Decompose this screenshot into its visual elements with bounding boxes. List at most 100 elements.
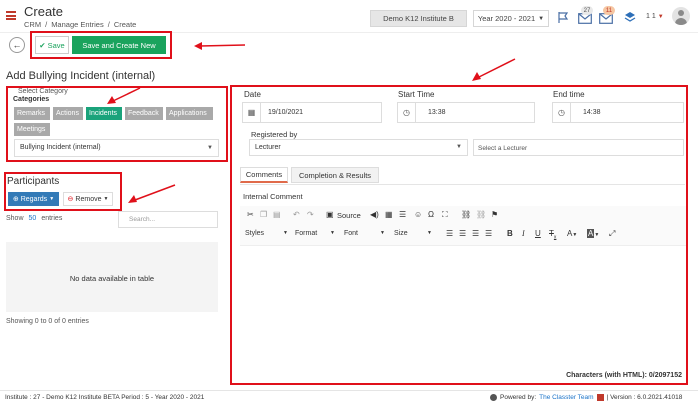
end-time-label: End time [553,90,585,99]
caret-down-icon: ▼ [207,145,213,151]
end-time-field[interactable]: ◷ 14:38 [552,102,684,123]
breadcrumb-manage-entries[interactable]: Manage Entries [51,20,104,29]
underline-icon[interactable]: U [535,229,541,238]
cut-icon[interactable]: ✂ [247,210,254,219]
footer-divider [0,390,698,391]
powered-icon [490,394,497,401]
classter-logo-icon [596,394,604,401]
show-label: Show [6,215,24,222]
breadcrumb-separator: / [45,20,48,29]
start-time-field[interactable]: ◷ 13:38 [397,102,535,123]
layers-icon[interactable] [624,11,636,24]
messages-badge: 27 [581,6,593,15]
lecturer-placeholder: Select a Lecturer [478,145,528,152]
font-dropdown[interactable]: Font ▼ [344,230,385,237]
institute-selector[interactable]: Demo K12 Institute B [370,10,467,27]
back-button[interactable]: ← [9,37,25,53]
lecturer-select[interactable]: Select a Lecturer [473,139,684,156]
page-length-select[interactable]: 50 [29,215,37,222]
tag-meetings[interactable]: Meetings [14,123,50,136]
tag-feedback[interactable]: Feedback [125,107,163,120]
regards-button[interactable]: ⊕ Regards ▼ [8,192,59,206]
registered-by-select[interactable]: Lecturer ▼ [249,139,468,156]
horizontal-line-icon[interactable]: ☰ [399,210,406,219]
notifications-badge: 11 [603,6,615,15]
tab-completion-results[interactable]: Completion & Results [291,167,379,183]
align-center-icon[interactable]: ☰ [459,229,466,238]
category-select[interactable]: Bullying Incident (internal) ▼ [14,139,219,157]
table-icon[interactable]: ▦ [385,210,393,219]
caret-down-icon: ▼ [283,230,288,236]
avatar[interactable] [672,7,690,25]
start-time-label: Start Time [398,90,435,99]
start-time-value: 13:38 [428,109,446,116]
tag-remarks[interactable]: Remarks [14,107,50,120]
paste-icon[interactable]: ▤ [273,210,281,219]
participants-search-input[interactable]: Search... [118,211,218,228]
audio-icon[interactable]: ◀) [370,210,379,219]
entries-label: entries [41,215,63,222]
caret-down-icon: ▼ [103,196,109,202]
smiley-icon[interactable]: ☺ [414,210,422,219]
breadcrumb-crm[interactable]: CRM [24,20,41,29]
align-justify-icon[interactable]: ☰ [485,229,492,238]
breadcrumb-separator: / [107,20,110,29]
text-color-icon[interactable]: A▼ [567,229,577,238]
anchor-flag-icon[interactable]: ⚑ [491,210,498,219]
bold-icon[interactable]: B [507,229,513,238]
user-label: 1 1 [646,13,656,20]
source-button[interactable]: Source [337,211,361,220]
table-info: Showing 0 to 0 of 0 entries [6,318,89,325]
comment-editor[interactable] [240,247,686,367]
team-link[interactable]: The Classter Team [539,394,593,401]
footer-institute-info: Institute : 27 - Demo K12 Institute BETA… [5,394,205,401]
format-dropdown[interactable]: Format ▼ [295,230,335,237]
registered-by-label: Registered by [251,130,298,139]
arrow-left-icon: ← [12,40,22,50]
size-dropdown[interactable]: Size ▼ [394,230,432,237]
tag-applications[interactable]: Applications [166,107,213,120]
tab-comments[interactable]: Comments [240,167,288,183]
annotation-arrow [107,87,141,104]
link-icon[interactable]: ⛓ [461,210,471,219]
select-category-label: Select Category [18,88,68,95]
omega-icon[interactable]: Ω [428,210,434,219]
institute-label: Demo K12 Institute B [383,14,454,23]
caret-down-icon: ▼ [427,230,432,236]
fullscreen-icon[interactable]: ⛶ [442,210,448,220]
remove-button[interactable]: ⊖ Remove ▼ [63,192,113,206]
annotation-arrow [194,42,246,50]
date-field[interactable]: ▦ 19/10/2021 [242,102,382,123]
styles-dropdown[interactable]: Styles ▼ [245,230,288,237]
internal-comment-label: Internal Comment [243,192,303,201]
annotation-box [30,31,172,59]
caret-down-icon: ▼ [538,15,545,22]
year-selector[interactable]: Year 2020 - 2021 ▼ [473,10,549,27]
plus-circle-icon: ⊕ [12,196,19,203]
tag-incidents[interactable]: Incidents [86,107,122,120]
align-right-icon[interactable]: ☰ [472,229,479,238]
version-label: | Version : 6.0.2021.41018 [606,394,683,401]
undo-icon[interactable]: ↶ [293,210,300,219]
flag-icon[interactable] [557,11,569,24]
strikethrough-icon[interactable]: Tx [549,229,556,241]
align-left-icon[interactable]: ☰ [446,229,453,238]
unlink-icon[interactable]: ⛓ [476,210,486,219]
search-placeholder: Search... [129,216,156,223]
source-icon[interactable]: ▣ [326,210,334,219]
user-menu[interactable]: 1 1 ▼ [646,13,664,20]
caret-down-icon: ▼ [456,144,462,150]
tabs-divider [240,184,685,185]
tag-actions[interactable]: Actions [53,107,83,120]
menu-icon[interactable] [6,11,16,20]
maximize-icon[interactable]: ⤢ [609,229,615,239]
background-color-icon[interactable]: A▼ [587,229,599,238]
caret-down-icon: ▼ [657,13,664,20]
annotation-arrow [472,58,516,81]
caret-down-icon: ▼ [49,196,55,202]
breadcrumb-create: Create [113,20,137,29]
copy-icon[interactable]: ❐ [260,210,267,219]
caret-down-icon: ▼ [380,230,385,236]
italic-icon[interactable]: I [522,229,525,238]
redo-icon[interactable]: ↷ [307,210,314,219]
